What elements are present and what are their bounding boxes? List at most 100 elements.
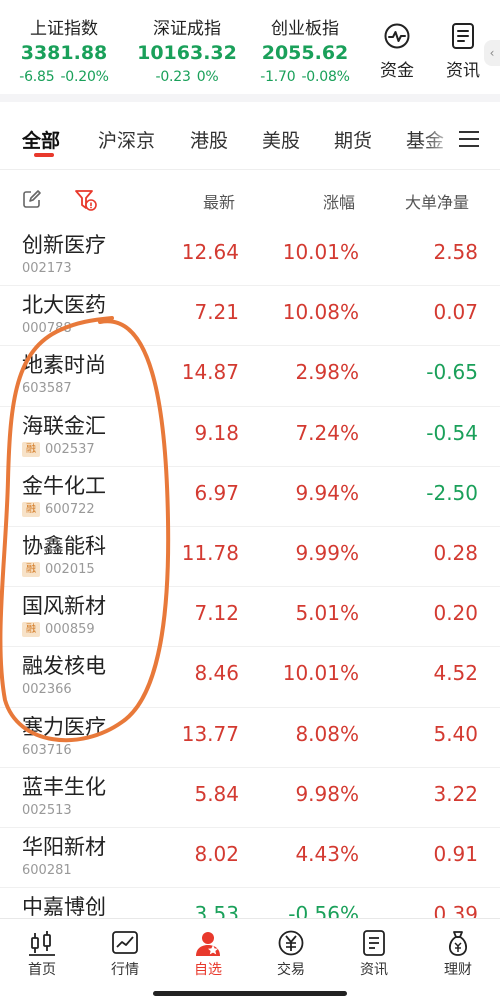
news-icon [363,930,385,956]
menu-icon[interactable] [458,128,480,150]
stock-net-inflow: 0.07 [433,300,478,325]
tab-all[interactable]: 全部 [22,126,60,153]
index-name: 深证成指 [153,19,221,39]
stock-net-inflow: 0.28 [433,540,478,565]
index-header: 上证指数 3381.88 -6.85 -0.20% 深证成指 10163.32 -… [0,0,500,102]
stock-net-inflow: 2.58 [433,240,478,264]
stock-name: 塞力医疗 [22,714,106,739]
index-value: 2055.62 [261,42,349,64]
stock-code: 002173 [22,261,72,276]
stock-name: 融发核电 [22,654,106,679]
stock-price: 7.12 [194,601,239,626]
stock-code-line: 融 002537 [22,441,95,457]
index-shanghai[interactable]: 上证指数 3381.88 -6.85 -0.20% [0,0,128,94]
stock-row[interactable]: 金牛化工融 600722 6.97 9.94% -2.50 [0,467,500,527]
stock-name: 海联金汇 [22,413,106,438]
user-star-icon [196,932,220,956]
filter-alert-icon[interactable] [74,188,98,212]
tab-futures[interactable]: 期货 [334,126,372,153]
stock-price: 13.77 [181,721,239,746]
watchlist: 创新医疗 002173 12.64 10.01% 2.58 北大医药 000788 7.21 1… [0,226,500,949]
stock-code: 600281 [22,862,72,878]
tab-hk-stocks[interactable]: 港股 [190,126,228,153]
stock-code-line: 600281 [22,863,72,878]
stock-price: 14.87 [181,360,239,385]
stock-row[interactable]: 塞力医疗 603716 13.77 8.08% 5.40 [0,708,500,768]
candlestick-icon [29,931,55,956]
index-change: -0.23 0% [128,69,246,85]
nav-news-label: 资讯 [360,962,388,978]
money-bag-icon [448,931,468,956]
index-chinext[interactable]: 创业板指 2055.62 -1.70 -0.08% [246,0,364,94]
nav-trade[interactable]: 交易 [255,929,327,979]
stock-price: 8.02 [194,841,239,866]
index-name: 创业板指 [271,19,339,39]
stock-row[interactable]: 融发核电 002366 8.46 10.01% 4.52 [0,647,500,708]
margin-trading-badge: 融 [22,622,40,638]
index-change-percent: 0% [196,69,219,85]
stock-change-percent: 4.43% [295,841,359,866]
chevron-left-icon[interactable]: ‹ [484,40,500,66]
nav-home-label: 首页 [28,962,56,978]
index-name: 上证指数 [30,19,98,39]
stock-code: 000859 [45,622,95,638]
stock-row[interactable]: 海联金汇融 002537 9.18 7.24% -0.54 [0,407,500,467]
tab-a-shares[interactable]: 沪深京 [98,126,155,153]
capital-flow-button[interactable]: 资金 [364,0,430,94]
stock-change-percent: 9.98% [295,781,359,806]
stock-net-inflow: 0.91 [433,841,478,866]
stock-name: 地素时尚 [22,353,106,378]
stock-row[interactable]: 国风新材融 000859 7.12 5.01% 0.20 [0,587,500,648]
tab-us-stocks[interactable]: 美股 [262,126,300,153]
nav-wealth-label: 理财 [444,962,472,978]
market-tabs: 全部 沪深京 港股 美股 期货 基金 [0,110,500,170]
stock-code-line: 002366 [22,682,72,697]
nav-market[interactable]: 行情 [89,929,161,979]
stock-change-percent: 10.08% [282,300,359,325]
margin-trading-badge: 融 [22,561,40,577]
stock-name: 中嘉博创 [22,895,106,920]
stock-net-inflow: -2.50 [426,480,478,505]
stock-row[interactable]: 华阳新材 600281 8.02 4.43% 0.91 [0,828,500,889]
stock-name: 创新医疗 [22,233,106,257]
nav-home[interactable]: 首页 [6,929,78,979]
nav-news[interactable]: 资讯 [338,929,410,979]
stock-row[interactable]: 创新医疗 002173 12.64 10.01% 2.58 [0,226,500,287]
stock-net-inflow: 4.52 [433,661,478,686]
column-change-percent[interactable]: 涨幅 [323,189,355,213]
stock-row[interactable]: 蓝丰生化 002513 5.84 9.98% 3.22 [0,768,500,828]
nav-wealth[interactable]: 理财 [422,929,494,979]
column-net-inflow[interactable]: 大单净量 [405,189,469,213]
stock-change-percent: 7.24% [295,420,359,445]
index-change: -1.70 -0.08% [246,69,364,85]
stock-code-line: 002513 [22,803,72,818]
stock-code-line: 融 000859 [22,622,95,638]
stock-row[interactable]: 北大医药 000788 7.21 10.08% 0.07 [0,286,500,347]
stock-row[interactable]: 协鑫能科融 002015 11.78 9.99% 0.28 [0,527,500,588]
index-change-points: -0.23 [155,69,191,85]
stock-code: 002513 [22,802,72,818]
stock-change-percent: 5.01% [295,601,359,626]
stock-net-inflow: 0.20 [433,601,478,626]
index-shenzhen[interactable]: 深证成指 10163.32 -0.23 0% [128,0,246,94]
stock-code-line: 融 600722 [22,501,95,517]
edit-icon[interactable] [22,189,42,209]
stock-row[interactable]: 地素时尚 603587 14.87 2.98% -0.65 [0,346,500,407]
nav-watchlist-label: 自选 [194,962,222,978]
stock-name: 华阳新材 [22,834,106,859]
stock-code-line: 000788 [22,321,72,336]
nav-market-label: 行情 [111,962,139,978]
stock-code-line: 002173 [22,261,72,276]
stock-code: 603716 [22,742,72,758]
home-indicator [153,991,347,996]
news-icon [452,23,474,49]
yen-coin-icon [278,930,304,956]
stock-price: 5.84 [194,781,239,806]
stock-change-percent: 8.08% [295,721,359,746]
stock-code: 600722 [45,501,95,517]
stock-code: 002015 [45,561,95,577]
nav-watchlist[interactable]: 自选 [172,929,244,979]
stock-price: 7.21 [194,300,239,325]
stock-name: 北大医药 [22,293,106,318]
column-latest-price[interactable]: 最新 [203,189,235,213]
